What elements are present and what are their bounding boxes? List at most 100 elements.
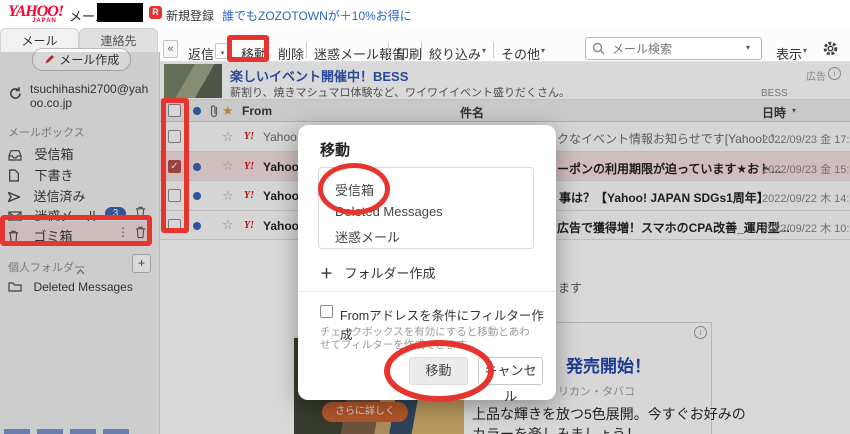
star-icon[interactable]: ☆ xyxy=(222,189,234,202)
cut-off-text-fragment: ます xyxy=(558,281,583,295)
add-folder-button[interactable]: + xyxy=(132,254,151,273)
kebab-menu-icon[interactable]: ⋮ xyxy=(117,225,129,239)
filter-help-text: チェックボックスを有効にすると移動とあわせてフィルターを作成できます。 xyxy=(320,326,530,351)
signup-link[interactable]: 新規登録 xyxy=(166,7,214,24)
unread-dot-icon xyxy=(193,163,201,171)
unread-dot-icon xyxy=(193,222,201,230)
column-header-from[interactable]: From xyxy=(242,104,272,118)
dialog-cancel-button[interactable]: キャンセル xyxy=(478,357,543,404)
reply-button[interactable]: 返信 xyxy=(188,44,214,63)
ad-label: 広告 xyxy=(806,72,826,83)
move-dialog: 移動 受信箱 Deleted Messages 迷惑メール ＋ フォルダー作成 … xyxy=(298,125,556,404)
email-date: 2022/09/22 木 10:29 xyxy=(762,223,850,235)
spam-count-badge: 3 xyxy=(105,207,126,220)
search-input[interactable] xyxy=(610,40,739,58)
trash-icon[interactable] xyxy=(135,226,146,244)
sidebar-item-trash[interactable]: ゴミ箱 xyxy=(8,226,72,246)
spam-report-button[interactable]: 迷惑メール報告 xyxy=(314,44,405,63)
search-box: ▾ xyxy=(585,37,762,60)
folder-icon xyxy=(8,282,22,292)
toolbar-separator xyxy=(493,42,494,58)
chevron-down-icon: ▾ xyxy=(482,46,487,55)
reply-dropdown-button[interactable]: ▾ xyxy=(215,43,230,59)
unread-dot-icon xyxy=(193,192,201,200)
select-all-checkbox[interactable] xyxy=(168,104,181,117)
mailbox-section-header: メールボックス xyxy=(8,127,85,139)
sort-chevron-down-icon: ▾ xyxy=(792,106,797,115)
chevron-down-icon: ▾ xyxy=(220,50,225,57)
folder-option-deleted-messages[interactable]: Deleted Messages xyxy=(335,204,443,219)
ad-info-icon[interactable]: i xyxy=(828,67,841,80)
footer-links-fragment[interactable] xyxy=(4,429,132,434)
sidebar-item-drafts[interactable]: 下書き xyxy=(8,165,73,185)
move-button[interactable]: 移動 xyxy=(241,44,267,63)
yahoo-favicon: Y! xyxy=(244,220,254,231)
folder-select-list: 受信箱 Deleted Messages 迷惑メール xyxy=(318,167,534,249)
account-email: tsuchihashi2700@yahoo.co.jp xyxy=(30,82,149,110)
paperclip-icon[interactable] xyxy=(209,104,219,123)
toolbar-separator xyxy=(306,42,307,58)
collapse-sidebar-button[interactable]: « xyxy=(163,40,178,58)
email-subject: 事は？【Yahoo! JAPAN SDGs1周年】 xyxy=(559,191,769,205)
personal-folders-header: 個人フォルダー xyxy=(8,262,85,274)
send-icon xyxy=(7,191,21,203)
chevron-down-icon[interactable]: ▾ xyxy=(746,43,750,52)
ad-body-line2: カラーを楽しみましょう！ xyxy=(472,426,640,434)
plus-icon: ＋ xyxy=(320,266,334,281)
folder-option-inbox[interactable]: 受信箱 xyxy=(335,180,374,199)
create-folder-button[interactable]: ＋ フォルダー作成 xyxy=(320,263,435,283)
trash-can-icon xyxy=(8,230,19,243)
signup-icon: R xyxy=(149,6,162,19)
inbox-icon xyxy=(8,150,22,161)
dialog-move-button[interactable]: 移動 xyxy=(409,357,468,385)
email-date: 2022/09/22 木 14:17 xyxy=(762,193,850,205)
row-checkbox[interactable] xyxy=(168,189,181,202)
email-date: 2022/09/23 金 17:05 xyxy=(762,134,850,146)
unread-dot-icon[interactable] xyxy=(193,107,201,115)
filter-checkbox[interactable] xyxy=(320,305,333,318)
filter-dropdown[interactable]: 絞り込み xyxy=(429,44,481,63)
star-icon[interactable]: ☆ xyxy=(222,159,234,172)
email-subject: ーポンの利用期限が迫っています★おト... xyxy=(557,162,782,176)
yahoo-favicon: Y! xyxy=(244,131,254,142)
view-dropdown[interactable]: 表示 xyxy=(776,44,802,63)
redacted-box xyxy=(97,3,143,22)
column-header-date[interactable]: 日時 xyxy=(762,104,786,121)
yahoo-favicon: Y! xyxy=(244,161,254,172)
ad-info-icon[interactable]: i xyxy=(694,326,707,339)
email-subject: クなイベント情報お知らせです[Yahoo! J... xyxy=(557,132,785,146)
chevron-down-icon: ▾ xyxy=(541,46,546,55)
refresh-icon[interactable] xyxy=(8,86,23,106)
sidebar-item-inbox[interactable]: 受信箱 xyxy=(8,144,73,164)
ad-headline[interactable]: 発売開始！ xyxy=(566,352,651,377)
column-header-subject[interactable]: 件名 xyxy=(460,104,484,121)
logo-japan-text: JAPAN xyxy=(32,18,57,24)
promo-link[interactable]: 誰でもZOZOTOWNが＋10%お得に xyxy=(222,7,412,24)
toolbar-separator xyxy=(388,42,389,58)
row-checkbox-checked[interactable]: ✓ xyxy=(168,160,181,173)
row-checkbox[interactable] xyxy=(168,130,181,143)
search-icon xyxy=(592,42,605,60)
sidebar-item-deleted-messages[interactable]: Deleted Messages xyxy=(8,278,133,296)
ad-title-link[interactable]: 楽しいイベント開催中！BESS xyxy=(230,66,408,85)
ad-advertiser-fragment: リカン・タバコ xyxy=(558,386,635,398)
delete-button[interactable]: 削除 xyxy=(278,44,304,63)
print-button[interactable]: 印刷 xyxy=(396,44,422,63)
star-icon[interactable]: ☆ xyxy=(222,130,234,143)
other-dropdown[interactable]: その他 xyxy=(501,44,540,63)
document-icon xyxy=(9,169,19,182)
row-checkbox[interactable] xyxy=(168,219,181,232)
folder-option-spam[interactable]: 迷惑メール xyxy=(335,227,400,246)
dialog-divider xyxy=(298,291,556,292)
compose-button[interactable]: メール作成 xyxy=(32,48,131,71)
star-icon[interactable]: ☆ xyxy=(222,218,234,231)
email-date: 2022/09/23 金 15:48 xyxy=(762,164,850,176)
sidebar-item-sent[interactable]: 送信済み xyxy=(7,186,85,206)
email-subject: 広告で獲得増！スマホのCPA改善_運用型... xyxy=(557,221,790,235)
settings-gear-icon[interactable] xyxy=(822,40,839,62)
ad-subtitle: 薪割り、焼きマシュマロ体験など、ワイワイイベント盛りだくさん。 xyxy=(230,87,571,99)
star-icon[interactable]: ★ xyxy=(222,104,234,117)
yahoo-mail-app: YAHOO! JAPAN メール R 新規登録 誰でもZOZOTOWNが＋10%… xyxy=(0,0,850,434)
ad-cta-button[interactable]: さらに詳しく xyxy=(322,402,408,422)
yahoo-favicon: Y! xyxy=(244,190,254,201)
